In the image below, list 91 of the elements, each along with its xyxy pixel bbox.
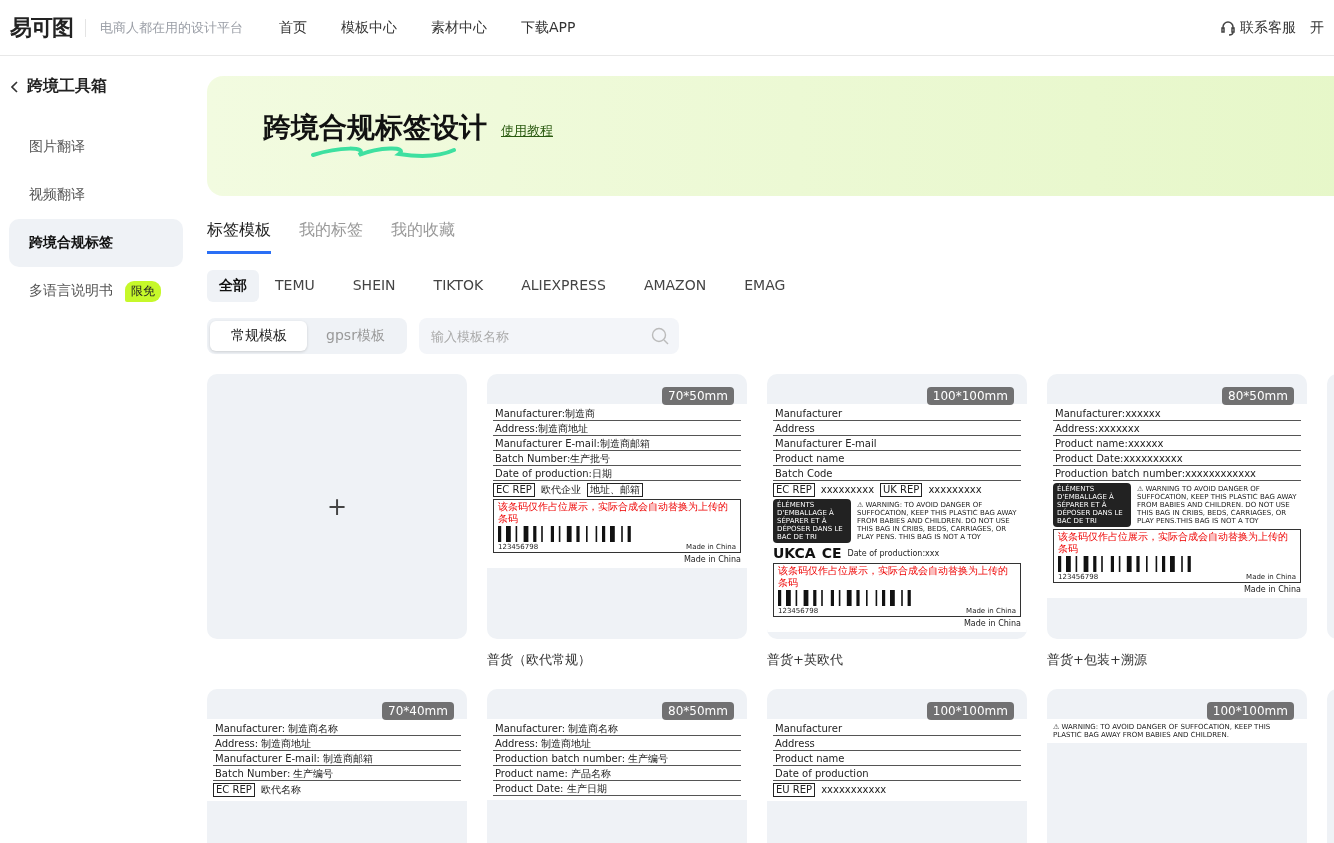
tutorial-link[interactable]: 使用教程 — [501, 122, 553, 140]
label-field: Product name — [773, 453, 1021, 466]
label-field: Manufacturer:制造商 — [493, 408, 741, 421]
nav-link[interactable]: 素材中心 — [431, 18, 487, 37]
rep-text: 欧代企业 — [540, 484, 581, 496]
barcode-note: 该条码仅作占位展示，实际合成会自动替换为上传的条码 — [498, 501, 729, 525]
platform-filter[interactable]: 全部 — [207, 270, 259, 302]
sidebar-item[interactable]: 视频翻译 — [9, 171, 183, 219]
label-field: Date of production:日期 — [493, 468, 741, 481]
label-field: Address — [773, 738, 1021, 751]
label-field: Batch Code — [773, 468, 1021, 481]
nav-link[interactable]: 首页 — [279, 18, 307, 37]
label-field: Product name:xxxxxx — [1053, 438, 1301, 451]
nav-link[interactable]: 模板中心 — [341, 18, 397, 37]
free-badge: 限免 — [125, 280, 161, 302]
rep-mark: EC REP — [213, 783, 255, 797]
conformity-mark: CE — [821, 545, 842, 562]
label-field: Manufacturer: 制造商名称 — [213, 723, 461, 736]
label-field: Batch Number: 生产编号 — [213, 768, 461, 781]
template-type-option[interactable]: 常规模板 — [210, 321, 307, 351]
production-date: Date of production:xxx — [847, 548, 940, 558]
label-field: Address:xxxxxxx — [1053, 423, 1301, 436]
size-badge: 80*50mm — [1222, 387, 1294, 405]
origin-text: Made in China — [683, 555, 741, 564]
platform-filter[interactable]: SHEIN — [340, 270, 408, 302]
rep-text: xxxxxxxxx — [928, 484, 982, 496]
label-field: Product Date: 生产日期 — [493, 783, 741, 796]
platform-filter[interactable]: EMAG — [732, 270, 798, 302]
support-link[interactable]: 联系客服 — [1240, 18, 1296, 37]
label-field: Product Date:xxxxxxxxxx — [1053, 453, 1301, 466]
rep-text: xxxxxxxxxxx — [821, 784, 887, 796]
label-field: Date of production — [773, 768, 1021, 781]
banner-title: 跨境合规标签设计 — [263, 112, 487, 144]
label-field: Address — [773, 423, 1021, 436]
size-badge: 100*100mm — [1206, 702, 1294, 720]
sidebar-title: 跨境工具箱 — [27, 76, 107, 97]
label-field: Manufacturer E-mail:制造商邮箱 — [493, 438, 741, 451]
headset-icon — [1220, 19, 1236, 36]
label-field: Product name: 产品名称 — [493, 768, 741, 781]
size-badge: 100*100mm — [926, 702, 1014, 720]
logo[interactable]: 易可图 — [10, 12, 73, 43]
nav-link[interactable]: 下载APP — [521, 18, 576, 37]
barcode-note: 该条码仅作占位展示，实际合成会自动替换为上传的条码 — [778, 565, 1009, 590]
template-card[interactable]: 80*50mm Manufacturer: 制造商名称 Address: 制造商地址 Production batch number: 生产编号 Product name: 产品名称 Product Date: 生产日期 — [487, 689, 747, 843]
label-field: Manufacturer:xxxxxx — [1053, 408, 1301, 421]
size-badge: 70*50mm — [662, 387, 734, 405]
template-card[interactable]: 100*100mm Manufacturer Address Product name Date of production EU REP xxxxxxxxxxx — [767, 689, 1027, 843]
rep-text: 欧代名称 — [260, 784, 301, 796]
platform-filter[interactable]: TIKTOK — [421, 270, 496, 302]
label-field: Production batch number: 生产编号 — [493, 753, 741, 766]
sidebar-item[interactable]: 图片翻译 — [9, 123, 183, 171]
sidebar-item[interactable]: 多语言说明书 限免 — [9, 267, 183, 315]
label-field: Manufacturer E-mail: 制造商邮箱 — [213, 753, 461, 766]
nav-link[interactable]: 开 — [1310, 18, 1324, 37]
label-field: Manufacturer — [773, 408, 1021, 421]
rep-mark: UK REP — [880, 483, 923, 497]
label-field: Production batch number:xxxxxxxxxxxx — [1053, 468, 1301, 481]
add-symbol: + — [326, 492, 348, 521]
search-field[interactable]: 输入模板名称 — [419, 318, 679, 354]
label-field: Manufacturer E-mail — [773, 438, 1021, 451]
rep-mark: EC REP — [773, 483, 815, 497]
size-badge: 70*40mm — [382, 702, 454, 720]
template-title[interactable]: 普货+英欧代 — [767, 651, 1027, 669]
slogan: 电商人都在用的设计平台 — [100, 18, 243, 37]
rep-mark: EC REP — [493, 483, 535, 497]
back-icon[interactable] — [11, 80, 19, 93]
label-field: Address:制造商地址 — [493, 423, 741, 436]
origin-text: Made in China — [1243, 585, 1301, 595]
conformity-mark: UKCA — [773, 545, 816, 562]
template-card[interactable]: 70*40mm Manufacturer: 制造商名称 Address: 制造商地址 Manufacturer E-mail: 制造商邮箱 Batch Number: 生产编号 EC REP 欧代名称 — [207, 689, 467, 843]
new-template-card[interactable]: + — [207, 374, 467, 639]
barcode-note: 该条码仅作占位展示，实际合成会自动替换为上传的条码 — [1058, 531, 1289, 556]
label-field: Manufacturer: 制造商名称 — [493, 723, 741, 736]
template-title[interactable]: 普货+包装+溯源 — [1047, 651, 1307, 669]
platform-filter[interactable]: ALIEXPRESS — [509, 270, 618, 302]
template-title[interactable]: 普货（欧代常规） — [487, 651, 747, 669]
label-field: Address: 制造商地址 — [493, 738, 741, 751]
platform-filter[interactable]: TEMU — [263, 270, 327, 302]
label-field: Address: 制造商地址 — [213, 738, 461, 751]
size-badge: 100*100mm — [926, 387, 1014, 405]
rep-mark: EU REP — [773, 783, 816, 797]
sidebar-item[interactable]: 跨境合规标签 — [9, 219, 183, 267]
size-badge: 80*50mm — [662, 702, 734, 720]
label-field: Batch Number:生产批号 — [493, 453, 741, 466]
label-field: Product name — [773, 753, 1021, 766]
origin-text: Made in China — [963, 619, 1021, 629]
rep-mark: 地址、邮箱 — [586, 483, 643, 497]
platform-filter[interactable]: AMAZON — [631, 270, 719, 302]
label-field: Manufacturer — [773, 723, 1021, 736]
rep-text: xxxxxxxxx — [820, 484, 875, 496]
tab[interactable]: 标签模板 — [207, 220, 271, 254]
